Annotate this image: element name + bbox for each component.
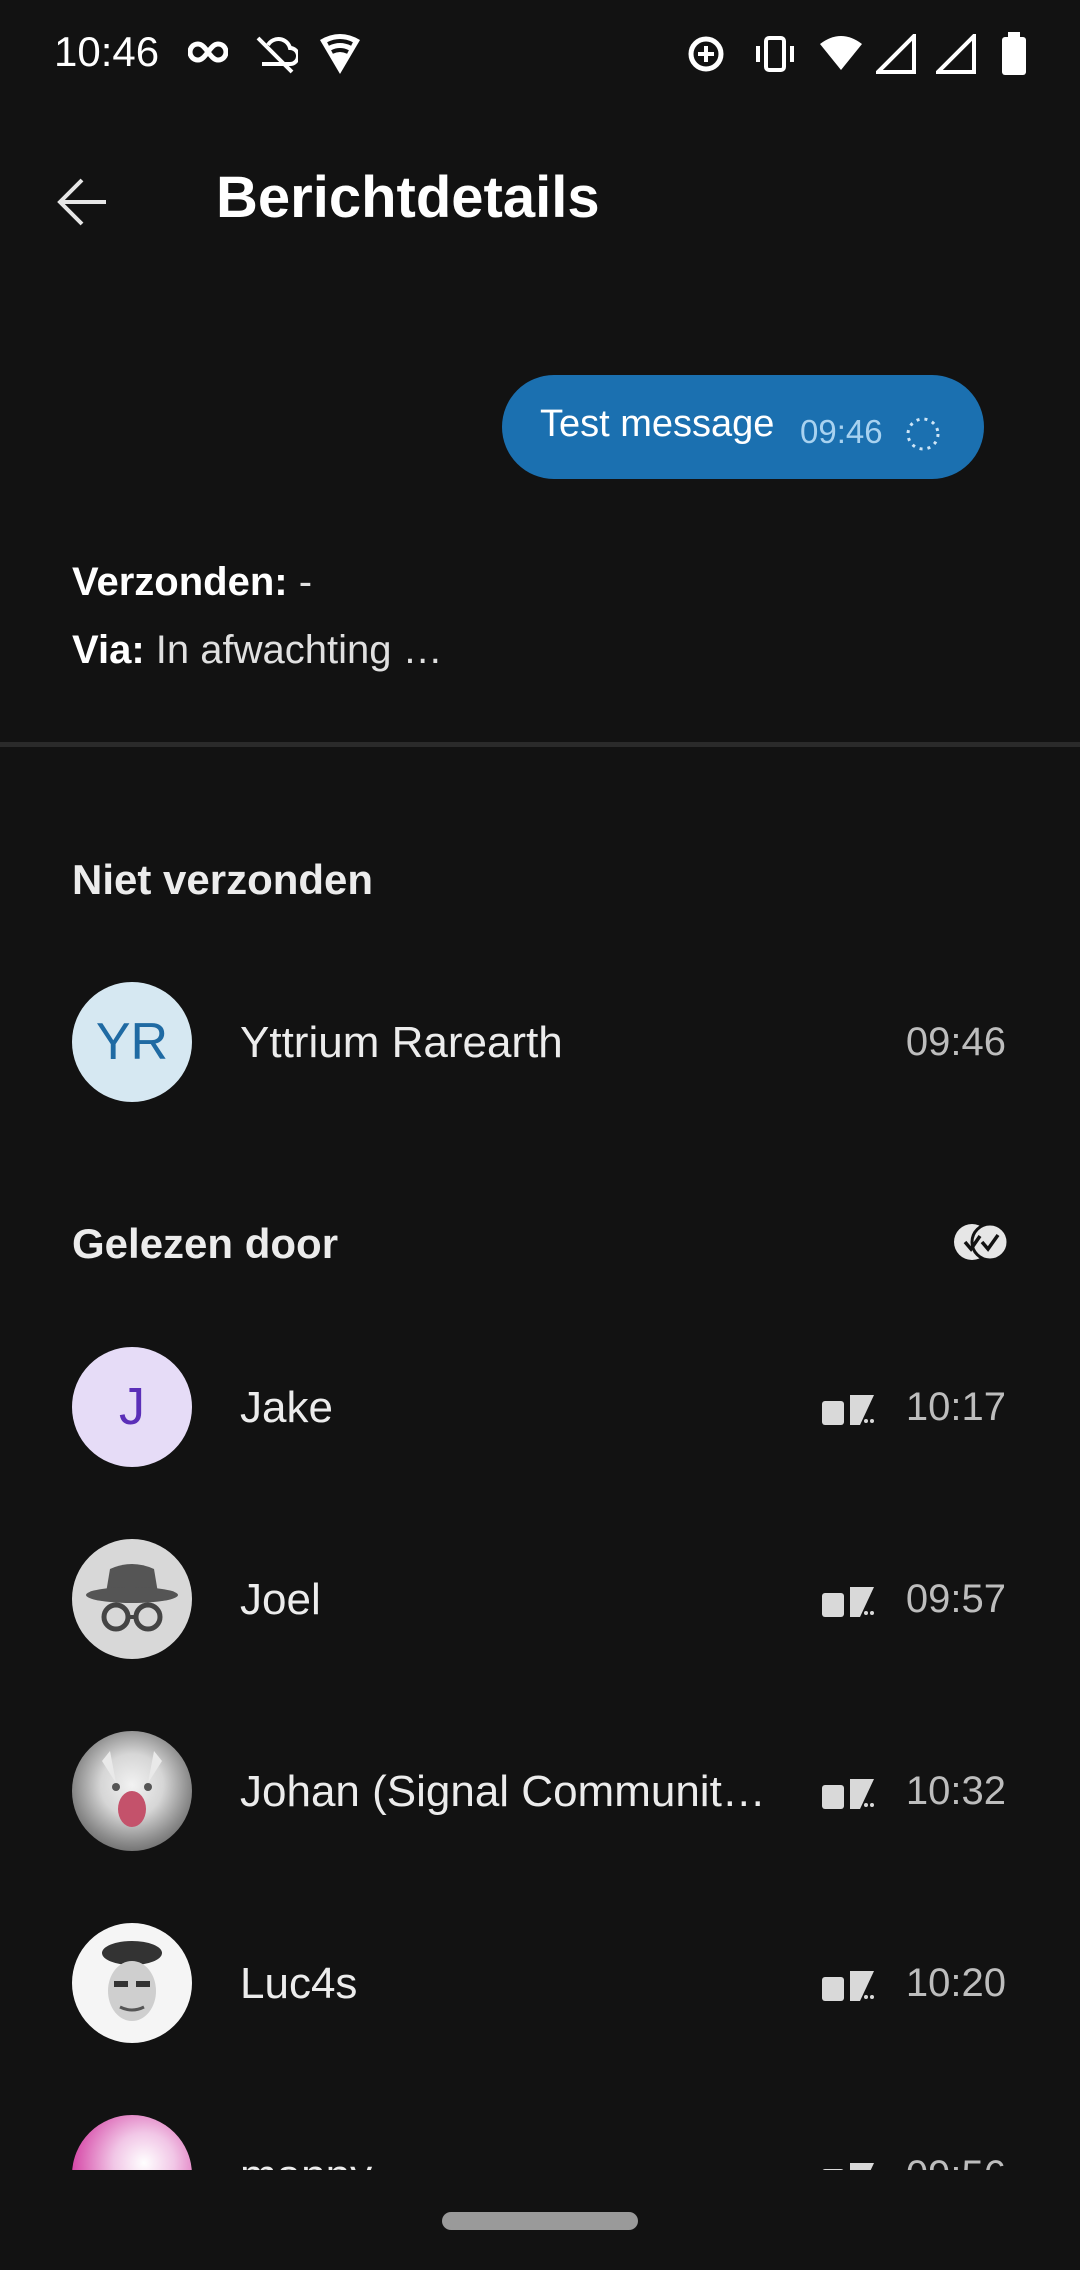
wifi-icon <box>818 34 864 77</box>
read-check-icon <box>952 1222 1010 1267</box>
avatar-initials: YR <box>95 1013 169 1071</box>
sent-detail: Verzonden: - <box>72 560 312 605</box>
infinity-icon <box>187 40 229 69</box>
devices-icon <box>820 1391 876 1432</box>
recipient-row[interactable]: J Jake 10:17 <box>0 1327 1080 1487</box>
via-value: In afwachting … <box>155 628 443 672</box>
sent-value: - <box>298 560 313 604</box>
recipient-time: 09:57 <box>905 1577 1006 1621</box>
recipient-name: Joel <box>240 1575 321 1624</box>
incognito-avatar-icon <box>72 1539 192 1659</box>
recipient-name: Luc4s <box>240 1959 358 2008</box>
section-title-not-sent: Niet verzonden <box>72 856 374 903</box>
battery-icon <box>1000 32 1028 81</box>
signal-icon-2 <box>933 31 976 79</box>
status-bar: 10:46 <box>0 0 1080 112</box>
home-indicator[interactable] <box>442 2212 638 2230</box>
data-saver-icon <box>686 34 726 79</box>
page-title: Berichtdetails <box>216 165 600 230</box>
avatar-initials: J <box>119 1378 145 1436</box>
recipient-name: Jake <box>240 1383 333 1432</box>
recipient-row[interactable]: YR Yttrium Rarearth 09:46 <box>0 962 1080 1122</box>
back-button[interactable] <box>40 160 124 244</box>
sending-icon <box>904 415 942 458</box>
recipient-time: 10:32 <box>905 1769 1006 1813</box>
app-bar: Berichtdetails <box>0 112 1080 282</box>
recipient-name: Yttrium Rarearth <box>240 1018 563 1067</box>
vpn-shield-icon <box>316 32 364 81</box>
via-label: Via: <box>72 628 145 672</box>
message-text: Test message <box>540 403 775 445</box>
devices-icon <box>820 1967 876 2008</box>
avatar: YR <box>72 982 192 1102</box>
recipient-row[interactable]: Joel 09:57 <box>0 1519 1080 1679</box>
signal-icon-1 <box>873 31 916 79</box>
arrow-back-icon <box>57 178 106 226</box>
sent-label: Verzonden: <box>72 560 288 604</box>
message-time: 09:46 <box>800 413 883 450</box>
via-detail: Via: In afwachting … <box>72 628 443 673</box>
avatar: J <box>72 1347 192 1467</box>
recipient-time: 10:17 <box>905 1385 1006 1429</box>
sync-off-icon <box>254 34 300 79</box>
recipient-row[interactable]: Johan (Signal Communit… 10:32 <box>0 1711 1080 1871</box>
devices-icon <box>820 1775 876 1816</box>
recipient-row[interactable]: Luc4s 10:20 <box>0 1903 1080 2063</box>
recipient-time: 10:20 <box>905 1961 1006 2005</box>
face-photo-avatar <box>72 1923 192 2043</box>
recipient-name: Johan (Signal Communit… <box>240 1767 766 1816</box>
divider <box>0 742 1080 747</box>
message-bubble[interactable]: Test message 09:46 <box>502 375 984 479</box>
devices-icon <box>820 1583 876 1624</box>
section-title-read-by: Gelezen door <box>72 1220 339 1267</box>
vibrate-icon <box>752 34 798 79</box>
status-time: 10:46 <box>54 28 160 75</box>
recipient-time: 09:46 <box>905 1020 1006 1064</box>
cat-photo-avatar <box>72 1731 192 1851</box>
